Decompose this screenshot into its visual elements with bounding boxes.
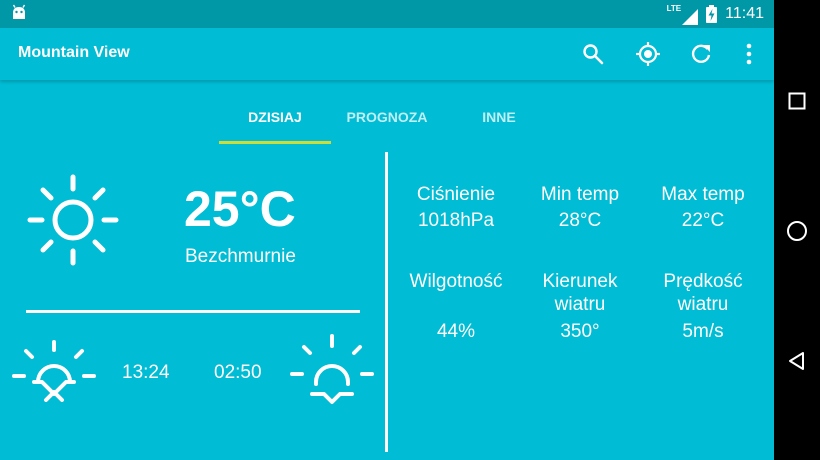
detail-humidity: Wilgotność 44% (397, 270, 515, 343)
sunrise-icon (12, 340, 96, 402)
home-button[interactable] (785, 219, 809, 243)
detail-label-line2: wiatru (554, 294, 606, 315)
search-icon (583, 44, 604, 65)
sunset-icon (290, 334, 374, 404)
current-temperature: 25°C (184, 181, 296, 237)
tab-label: PROGNOZA (346, 109, 428, 125)
detail-value: 5m/s (682, 321, 724, 342)
my-location-button[interactable] (632, 38, 664, 70)
detail-max-temp: Max temp 22°C (644, 183, 762, 232)
tab-indicator (219, 141, 331, 144)
recents-square-icon (788, 92, 806, 110)
status-bar: LTE 11:41 (0, 0, 774, 28)
detail-label: Ciśnienie (416, 184, 496, 205)
tab-inne[interactable]: INNE (443, 100, 555, 144)
divider-horizontal (26, 310, 360, 313)
app-bar: Mountain View (0, 28, 774, 80)
detail-value: 350° (560, 321, 600, 342)
detail-wind-direction: Kierunek wiatru 350° (521, 270, 639, 343)
lte-label: LTE (666, 3, 682, 13)
back-triangle-icon (789, 352, 804, 370)
tab-bar: DZISIAJ PROGNOZA INNE (0, 100, 774, 144)
battery-charging-icon (706, 5, 718, 23)
android-notification-icon (12, 4, 26, 19)
lte-signal-icon: LTE (667, 4, 699, 25)
tab-prognoza[interactable]: PROGNOZA (331, 100, 443, 144)
sunset-time: 02:50 (214, 362, 262, 383)
detail-label: Max temp (661, 184, 745, 205)
detail-value: 28°C (558, 210, 602, 231)
tab-label: INNE (482, 109, 516, 125)
refresh-button[interactable] (685, 38, 717, 70)
detail-label: Min temp (540, 184, 620, 205)
app-screen: LTE 11:41 Mountain View DZISIAJ PROGNOZA… (0, 0, 774, 460)
more-vert-icon (746, 43, 752, 65)
location-title: Mountain View (18, 44, 130, 61)
detail-label: Wilgotność (409, 271, 503, 292)
detail-value: 22°C (681, 210, 725, 231)
my-location-icon (636, 42, 660, 66)
status-time: 11:41 (725, 5, 764, 22)
detail-label-line1: Prędkość (663, 271, 743, 292)
weather-condition: Bezchmurnie (185, 246, 296, 267)
overflow-menu-button[interactable] (733, 38, 765, 70)
detail-label-line2: wiatru (677, 294, 729, 315)
detail-value: 1018hPa (417, 210, 495, 231)
refresh-icon (691, 44, 711, 63)
detail-label-line1: Kierunek (542, 271, 618, 292)
system-navigation-bar (774, 0, 820, 460)
divider-vertical (385, 152, 388, 452)
detail-wind-speed: Prędkość wiatru 5m/s (644, 270, 762, 343)
home-circle-icon (787, 221, 807, 241)
tab-dzisiaj[interactable]: DZISIAJ (219, 100, 331, 144)
detail-pressure: Ciśnienie 1018hPa (397, 183, 515, 232)
back-button[interactable] (785, 349, 809, 373)
recents-button[interactable] (785, 89, 809, 113)
detail-min-temp: Min temp 28°C (521, 183, 639, 232)
search-button[interactable] (577, 38, 609, 70)
tab-label: DZISIAJ (248, 109, 302, 125)
detail-value: 44% (436, 321, 476, 342)
sunny-weather-icon (27, 174, 119, 266)
sunrise-time: 13:24 (122, 362, 170, 383)
